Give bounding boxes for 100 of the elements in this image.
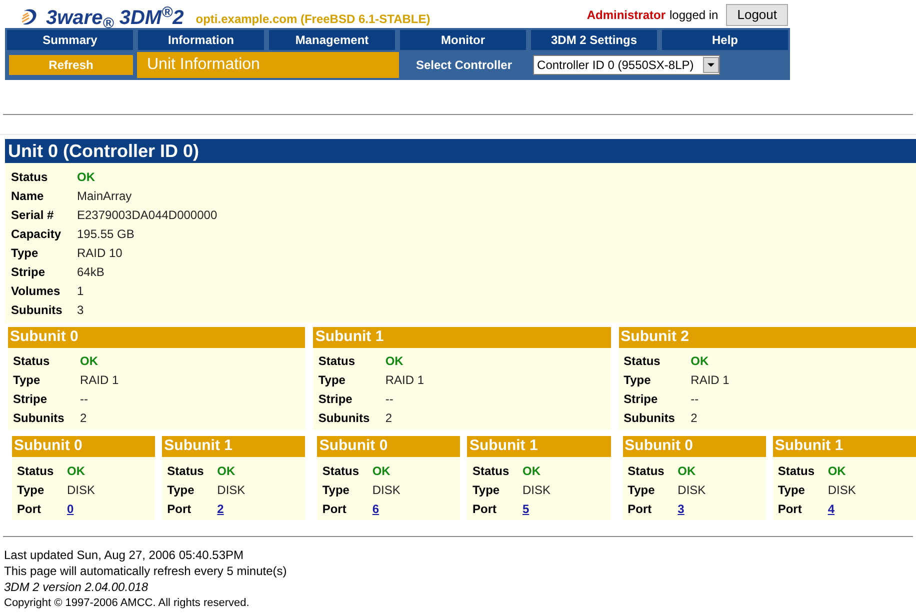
field-label: Status xyxy=(167,464,204,478)
port-link[interactable]: 6 xyxy=(372,500,380,518)
subunit-header: Subunit 0 xyxy=(8,327,306,348)
port-link[interactable]: 4 xyxy=(828,500,835,518)
host-name: opti.example.com (FreeBSD 6.1-STABLE) xyxy=(196,11,430,28)
field-value: DISK xyxy=(217,482,246,498)
field-value: DISK xyxy=(678,482,706,498)
field-label: Type xyxy=(167,482,194,496)
field-label: Status xyxy=(778,464,815,478)
field-label: Name xyxy=(11,188,44,202)
subunit-header: Subunit 0 xyxy=(622,436,766,457)
nav-tab[interactable]: Help xyxy=(662,30,788,50)
field-label: Port xyxy=(17,502,41,516)
subunit-header: Subunit 0 xyxy=(12,436,156,457)
field-label: Type xyxy=(322,482,350,496)
login-status: logged in xyxy=(670,7,718,24)
status-value: OK xyxy=(385,352,404,370)
port-link[interactable]: 2 xyxy=(217,500,224,518)
controller-select[interactable]: Controller ID 0 (9550SX-8LP) xyxy=(533,55,720,75)
field-label: Type xyxy=(778,482,805,496)
field-label: Serial # xyxy=(11,208,54,222)
field-label: Status xyxy=(472,464,510,478)
field-value: DISK xyxy=(828,482,856,498)
field-label: Type xyxy=(11,246,38,260)
field-value: RAID 1 xyxy=(690,372,730,388)
field-label: Type xyxy=(318,372,346,386)
field-label: Status xyxy=(13,354,50,368)
field-label: Subunits xyxy=(624,410,675,424)
select-label: Select Controller xyxy=(416,57,512,74)
field-label: Status xyxy=(628,464,664,478)
nav-tab[interactable]: Management xyxy=(269,30,395,50)
subunit-header: Subunit 2 xyxy=(618,327,916,348)
nav-tab[interactable]: 3DM 2 Settings xyxy=(531,30,657,50)
status-value: OK xyxy=(217,462,236,480)
field-label: Port xyxy=(628,502,652,516)
field-label: Status xyxy=(318,354,356,368)
field-label: Type xyxy=(13,372,40,386)
status-value: OK xyxy=(77,168,95,186)
field-label: Type xyxy=(624,372,651,386)
field-label: Port xyxy=(472,502,496,516)
status-value: OK xyxy=(828,462,846,480)
field-value: MainArray xyxy=(77,188,132,204)
nav-tab[interactable]: Monitor xyxy=(400,30,526,50)
field-value: DISK xyxy=(372,482,400,498)
field-label: Status xyxy=(322,464,360,478)
refresh-note-text: This page will automatically refresh every 5 minute(s) xyxy=(4,563,287,579)
field-value: -- xyxy=(80,390,88,408)
subunit-header: Subunit 1 xyxy=(772,436,916,457)
status-value: OK xyxy=(67,462,85,480)
status-value: OK xyxy=(678,462,696,480)
field-value: 2 xyxy=(690,410,698,426)
field-value: RAID 10 xyxy=(77,244,122,262)
field-value: 2 xyxy=(80,410,87,426)
field-label: Port xyxy=(322,502,346,516)
page-title: Unit Information xyxy=(137,52,399,78)
field-value: 195.55 GB xyxy=(77,226,134,242)
subunit-header: Subunit 1 xyxy=(313,327,611,348)
field-label: Type xyxy=(628,482,655,496)
field-value: DISK xyxy=(67,482,96,498)
field-value: 2 xyxy=(385,410,392,426)
port-link[interactable]: 5 xyxy=(522,500,530,518)
field-value: 64kB xyxy=(77,264,104,280)
last-updated-text: Last updated Sun, Aug 27, 2006 05:40.53PM xyxy=(4,547,244,563)
field-value: -- xyxy=(690,390,699,408)
field-label: Subunits xyxy=(11,302,62,316)
field-label: Subunits xyxy=(318,410,370,424)
field-label: Volumes xyxy=(11,284,60,298)
field-label: Stripe xyxy=(624,392,658,406)
field-label: Subunits xyxy=(13,410,64,424)
field-value: RAID 1 xyxy=(385,372,424,388)
field-label: Stripe xyxy=(318,392,352,406)
version-text: 3DM 2 version 2.04.00.018 xyxy=(4,579,148,595)
field-value: 1 xyxy=(77,282,84,300)
status-value: OK xyxy=(522,462,540,480)
field-label: Port xyxy=(167,502,192,516)
logout-button[interactable]: Logout xyxy=(726,4,788,26)
field-label: Port xyxy=(778,502,802,516)
swirl-logo-icon xyxy=(22,7,38,27)
field-value: RAID 1 xyxy=(80,372,119,388)
field-label: Type xyxy=(17,482,44,496)
subunit-header: Subunit 0 xyxy=(317,436,460,457)
field-label: Stripe xyxy=(13,392,48,406)
port-link[interactable]: 0 xyxy=(67,500,74,518)
port-link[interactable]: 3 xyxy=(678,500,684,518)
field-label: Capacity xyxy=(11,226,62,240)
copyright-text: Copyright © 1997-2006 AMCC. All rights reserved. xyxy=(4,596,250,611)
subunit-header: Subunit 1 xyxy=(162,436,306,457)
nav-tab[interactable]: Summary xyxy=(7,30,133,50)
status-value: OK xyxy=(372,462,390,480)
nav-tab[interactable]: Information xyxy=(138,30,264,50)
user-name: Administrator xyxy=(586,7,666,24)
product-logo: 3ware$_{®}$ 3DM$^{®}$2 xyxy=(46,8,184,28)
field-label: Status xyxy=(11,170,48,184)
field-value: E2379003DA044D000000 xyxy=(77,206,218,224)
subunit-header: Subunit 1 xyxy=(467,436,611,457)
field-value: DISK xyxy=(522,482,550,498)
field-label: Type xyxy=(472,482,500,496)
field-label: Stripe xyxy=(11,264,46,278)
field-label: Status xyxy=(17,464,54,478)
field-value: -- xyxy=(385,390,394,408)
